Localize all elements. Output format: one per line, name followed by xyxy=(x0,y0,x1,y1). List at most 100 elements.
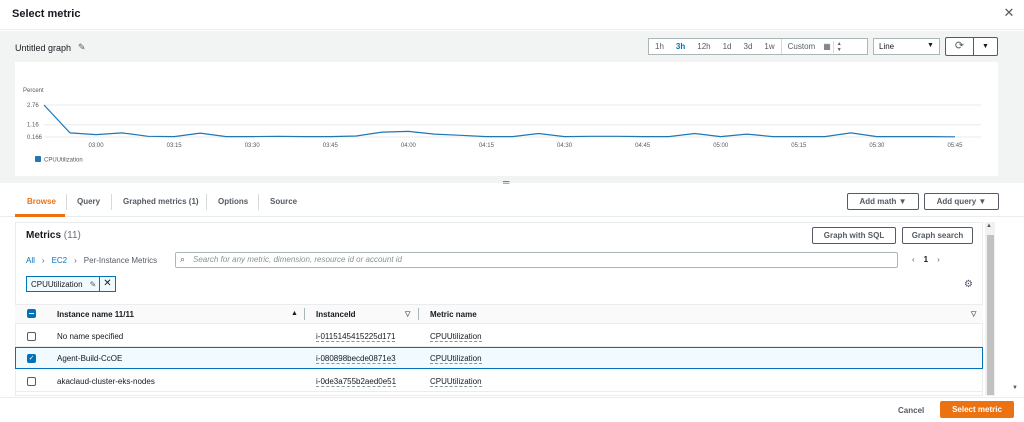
edit-title-icon[interactable]: ✎ xyxy=(78,42,86,53)
tab-divider xyxy=(206,194,207,210)
prev-page-icon[interactable]: ‹ xyxy=(912,255,915,264)
x-tick-label: 05:45 xyxy=(947,143,963,149)
instance-name-cell: No name specified xyxy=(57,332,124,341)
search-icon: ⌕ xyxy=(180,254,186,264)
active-tab-indicator xyxy=(15,214,65,217)
x-tick-label: 04:45 xyxy=(635,143,651,149)
time-range-selector: 1h 3h 12h 1d 3d 1w Custom ▦ ▲ ▼ xyxy=(648,38,868,55)
sort-asc-icon[interactable]: ▲ xyxy=(291,310,298,317)
breadcrumb-per-instance: Per-Instance Metrics xyxy=(83,256,158,265)
x-tick-label: 05:15 xyxy=(791,143,807,149)
scroll-down-icon[interactable]: ▼ xyxy=(1012,385,1018,391)
metrics-count: (11) xyxy=(63,230,81,241)
metric-name-cell[interactable]: CPUUtilization xyxy=(430,332,482,342)
range-custom[interactable]: Custom xyxy=(782,39,822,54)
breadcrumb-ec2[interactable]: EC2 xyxy=(52,256,68,265)
range-1w[interactable]: 1w xyxy=(758,39,780,54)
row-checkbox[interactable] xyxy=(27,332,36,341)
range-spinner[interactable]: ▲ ▼ xyxy=(832,40,845,53)
instance-id-cell[interactable]: i-0de3a755b2aed0e51 xyxy=(316,377,397,387)
tab-divider xyxy=(258,194,259,210)
series-line-cpuutilization xyxy=(43,104,956,138)
metric-search-input[interactable]: Search for any metric, dimension, resour… xyxy=(175,252,898,268)
legend-swatch xyxy=(35,156,41,162)
table-row[interactable] xyxy=(15,370,983,392)
graph-search-button[interactable]: Graph search xyxy=(902,227,973,244)
next-page-icon[interactable]: › xyxy=(937,255,940,264)
graph-with-sql-button[interactable]: Graph with SQL xyxy=(812,227,896,244)
column-metric-name[interactable]: Metric name xyxy=(430,310,477,319)
y-tick-label: 2.76 xyxy=(27,103,39,109)
y-tick-label: 0.166 xyxy=(27,135,43,141)
chevron-right-icon: › xyxy=(74,256,77,265)
x-tick-label: 04:30 xyxy=(557,143,573,149)
settings-gear-icon[interactable]: ⚙ xyxy=(964,279,973,290)
close-icon[interactable]: ✕ xyxy=(1002,6,1016,20)
metric-name-cell[interactable]: CPUUtilization xyxy=(430,377,482,387)
modal-header xyxy=(0,0,1024,30)
tab-browse[interactable]: Browse xyxy=(27,197,56,206)
table-row[interactable] xyxy=(15,325,983,347)
refresh-icon[interactable]: ⟳ xyxy=(946,38,974,55)
row-checkbox[interactable]: ✓ xyxy=(27,354,36,363)
line-chart: Percent 2.76 1.16 0.166 03:00 03:15 03:30 03:45… xyxy=(23,88,981,164)
sort-icon[interactable]: ▽ xyxy=(405,310,410,318)
metric-name-cell[interactable]: CPUUtilization xyxy=(430,354,482,364)
legend-label: CPUUtilization xyxy=(44,158,83,164)
range-3h[interactable]: 3h xyxy=(670,39,691,54)
select-metric-button[interactable]: Select metric xyxy=(940,401,1014,418)
select-all-checkbox[interactable] xyxy=(27,309,36,318)
range-1d[interactable]: 1d xyxy=(717,39,738,54)
add-math-button[interactable]: Add math ▼ xyxy=(847,193,919,210)
tab-divider xyxy=(66,194,67,210)
calendar-icon[interactable]: ▦ xyxy=(821,39,833,54)
scroll-up-icon[interactable]: ▲ xyxy=(986,223,992,229)
x-tick-label: 03:45 xyxy=(323,143,339,149)
range-1h[interactable]: 1h xyxy=(649,39,670,54)
column-instance-id[interactable]: InstanceId xyxy=(316,310,356,319)
filter-token-label: CPUUtilization xyxy=(31,279,83,289)
current-page[interactable]: 1 xyxy=(924,255,928,264)
row-checkbox[interactable] xyxy=(27,377,36,386)
column-divider xyxy=(304,308,305,320)
tab-options[interactable]: Options xyxy=(218,197,248,206)
sort-icon[interactable]: ▽ xyxy=(971,310,976,318)
edit-token-icon[interactable]: ✎ xyxy=(87,280,100,289)
x-tick-label: 03:15 xyxy=(167,143,183,149)
table-row[interactable] xyxy=(15,347,983,369)
scrollbar-thumb[interactable] xyxy=(987,235,994,395)
remove-token-icon[interactable]: ✕ xyxy=(99,277,114,291)
instance-id-cell[interactable]: i-0115145415225d171 xyxy=(316,332,396,342)
refresh-button-group: ⟳ ▼ xyxy=(945,37,998,56)
resize-handle-icon[interactable]: ═ xyxy=(503,177,509,187)
column-instance-name[interactable]: Instance name 11/11 xyxy=(57,310,134,319)
chevron-right-icon: › xyxy=(41,256,45,265)
tab-query[interactable]: Query xyxy=(77,197,100,206)
table-header xyxy=(15,304,983,324)
x-tick-label: 04:00 xyxy=(401,143,417,149)
tab-graphed-metrics[interactable]: Graphed metrics (1) xyxy=(123,197,199,206)
column-divider xyxy=(418,308,419,320)
x-tick-label: 05:30 xyxy=(869,143,885,149)
y-tick-label: 1.16 xyxy=(27,123,39,129)
filter-token: CPUUtilization ✎ ✕ xyxy=(26,276,116,292)
instance-id-cell[interactable]: i-080898becde0871e3 xyxy=(316,354,396,364)
tab-divider xyxy=(111,194,112,210)
pagination: ‹ 1 › xyxy=(912,255,940,264)
range-12h[interactable]: 12h xyxy=(691,39,716,54)
metrics-title: Metrics xyxy=(26,230,62,241)
graph-title[interactable]: Untitled graph xyxy=(15,43,71,53)
metrics-heading: Metrics (11) xyxy=(26,230,81,241)
modal-title: Select metric xyxy=(12,8,81,20)
add-query-button[interactable]: Add query ▼ xyxy=(924,193,999,210)
range-3d[interactable]: 3d xyxy=(738,39,759,54)
chart-container: Percent 2.76 1.16 0.166 03:00 03:15 03:30 03:45… xyxy=(15,62,998,176)
refresh-options-icon[interactable]: ▼ xyxy=(974,38,997,55)
tab-source[interactable]: Source xyxy=(270,197,297,206)
x-tick-label: 05:00 xyxy=(713,143,729,149)
breadcrumb-all[interactable]: All xyxy=(26,256,35,265)
cancel-button[interactable]: Cancel xyxy=(898,406,924,415)
instance-name-cell: Agent-Build-CcOE xyxy=(57,354,123,363)
caret-down-icon: ▼ xyxy=(927,42,934,49)
x-tick-label: 03:30 xyxy=(245,143,261,149)
